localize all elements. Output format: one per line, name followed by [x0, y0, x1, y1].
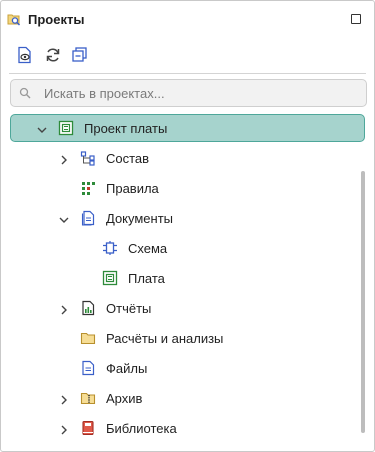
tree-item-reports[interactable]: Отчёты	[1, 293, 361, 323]
toolbar-divider	[9, 73, 366, 74]
view-icon[interactable]	[16, 46, 34, 64]
file-icon	[80, 360, 96, 376]
tree-item-label: Файлы	[106, 361, 148, 376]
panel-toolbar	[1, 43, 374, 69]
tree-item-schematic[interactable]: Схема	[1, 233, 361, 263]
search-box[interactable]	[10, 79, 367, 107]
tree-item-files[interactable]: Файлы	[1, 353, 361, 383]
hierarchy-icon	[80, 150, 96, 166]
chevron-down-icon[interactable]	[37, 123, 47, 133]
rules-icon	[80, 180, 96, 196]
tree-item-label: Документы	[106, 211, 174, 226]
panel-header: Проекты	[1, 1, 374, 37]
tree-item-composition[interactable]: Состав	[1, 143, 361, 173]
board-icon	[102, 270, 118, 286]
tree-item-label: Расчёты и анализы	[106, 331, 224, 346]
projects-panel: Проекты Искать в проектах... Проект плат…	[0, 0, 375, 452]
tree-item-calculations[interactable]: Расчёты и анализы	[1, 323, 361, 353]
archive-icon	[80, 390, 96, 406]
library-book-icon	[80, 420, 96, 436]
schematic-icon	[102, 240, 118, 256]
projects-panel-icon	[6, 11, 22, 27]
chevron-right-icon[interactable]	[59, 303, 69, 315]
folder-icon	[80, 330, 96, 346]
maximize-button[interactable]	[351, 14, 361, 24]
chevron-down-icon[interactable]	[59, 213, 69, 223]
tree-item-label: Правила	[106, 181, 159, 196]
reports-icon	[80, 300, 96, 316]
tree-item-label: Проект платы	[84, 121, 168, 136]
tree-item-board[interactable]: Плата	[1, 263, 361, 293]
tree-item-project[interactable]: Проект платы	[1, 113, 365, 143]
tree-item-label: Архив	[106, 391, 143, 406]
tree-item-label: Плата	[128, 271, 165, 286]
tree-item-label: Отчёты	[106, 301, 152, 316]
tree-item-label: Состав	[106, 151, 150, 166]
tree-item-library[interactable]: Библиотека	[1, 413, 361, 443]
tree-item-documents[interactable]: Документы	[1, 203, 361, 233]
search-icon	[19, 87, 31, 99]
search-input[interactable]	[44, 84, 344, 102]
project-tree: Проект платы Состав Правила Документы Сх…	[1, 113, 374, 447]
panel-title: Проекты	[28, 12, 85, 27]
chevron-right-icon[interactable]	[59, 393, 69, 405]
tree-item-rules[interactable]: Правила	[1, 173, 361, 203]
tree-item-archive[interactable]: Архив	[1, 383, 361, 413]
tree-scrollbar[interactable]	[361, 171, 365, 433]
refresh-icon[interactable]	[44, 46, 62, 64]
board-project-icon	[58, 120, 74, 136]
tree-item-label: Библиотека	[106, 421, 177, 436]
documents-icon	[80, 210, 96, 226]
tree-item-label: Схема	[128, 241, 168, 256]
collapse-all-icon[interactable]	[71, 46, 89, 64]
chevron-right-icon[interactable]	[59, 423, 69, 435]
chevron-right-icon[interactable]	[59, 153, 69, 165]
